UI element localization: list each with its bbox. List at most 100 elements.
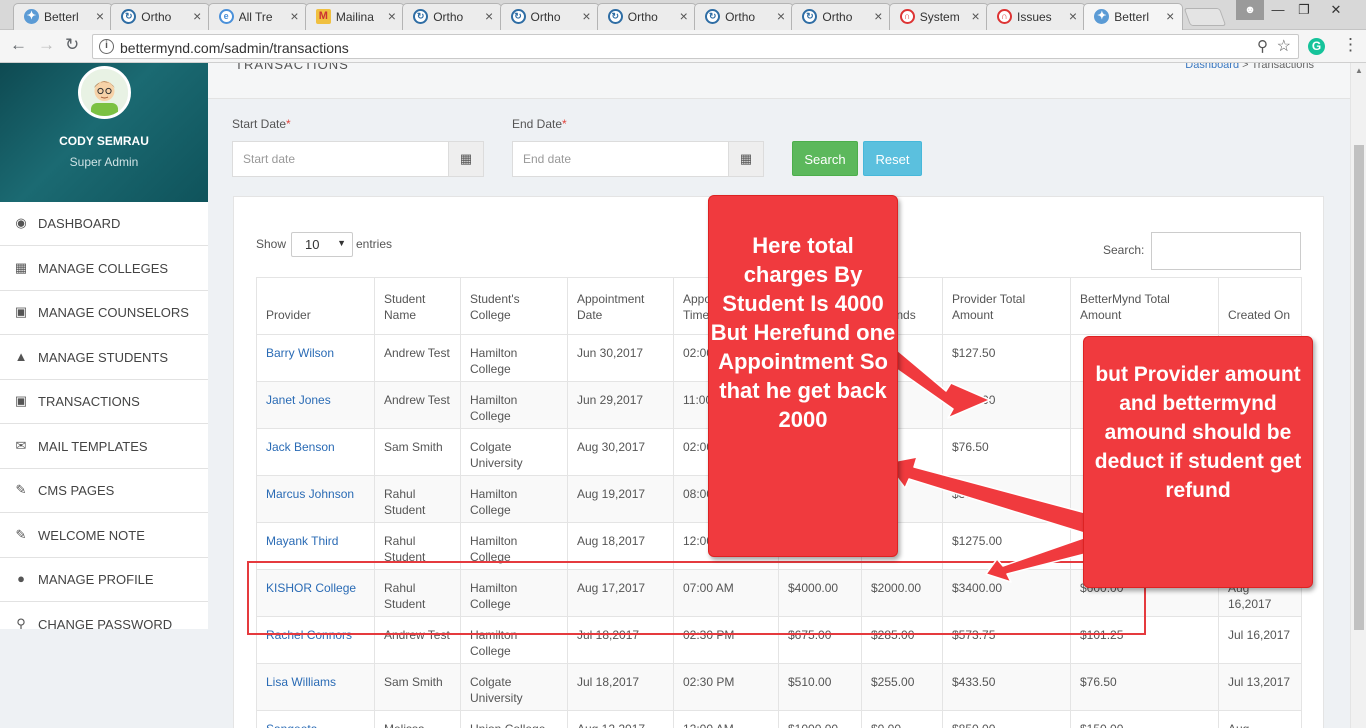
calendar-icon[interactable]: ▦	[448, 142, 483, 176]
sidebar-item-manage-counselors[interactable]: ▣ MANAGE COUNSELORS	[0, 291, 208, 335]
column-header[interactable]: Created On	[1218, 277, 1302, 335]
calendar-icon[interactable]: ▦	[728, 142, 763, 176]
close-tab-icon[interactable]: ×	[874, 8, 882, 24]
close-tab-icon[interactable]: ×	[193, 8, 201, 24]
column-header[interactable]: Student's College	[460, 277, 568, 335]
provider-link[interactable]: Lisa Williams	[256, 663, 375, 711]
minimize-icon[interactable]: —	[1264, 2, 1292, 17]
close-tab-icon[interactable]: ×	[96, 8, 104, 24]
close-window-icon[interactable]: ✕	[1322, 2, 1350, 18]
provider-link[interactable]: Janet Jones	[256, 381, 375, 429]
table-cell: $76.50	[1070, 663, 1219, 711]
sidebar-item-mail-templates[interactable]: ✉ MAIL TEMPLATES	[0, 425, 208, 469]
url-text: bettermynd.com/sadmin/transactions	[120, 40, 349, 56]
close-tab-icon[interactable]: ×	[582, 8, 590, 24]
page-scrollbar[interactable]: ▲	[1350, 63, 1366, 728]
browser-tab[interactable]: ↻ Ortho ×	[694, 3, 795, 30]
browser-tab[interactable]: ↻ Ortho ×	[499, 3, 600, 30]
browser-user-icon[interactable]: ☻	[1236, 0, 1264, 20]
browser-tab-title: Betterl	[1114, 10, 1149, 24]
column-header[interactable]: BetterMynd Total Amount	[1070, 277, 1219, 335]
close-tab-icon[interactable]: ×	[388, 8, 396, 24]
envelope-icon: ✉	[15, 438, 27, 453]
sidebar-item-manage-colleges[interactable]: ▦ MANAGE COLLEGES	[0, 247, 208, 291]
browser-tab[interactable]: ∩ Issues ×	[986, 3, 1086, 30]
caret-down-icon: ▼	[337, 238, 346, 248]
browser-tab[interactable]: ∩ System ×	[888, 3, 989, 30]
restore-icon[interactable]: ❐	[1290, 2, 1318, 18]
table-cell: Sam Smith	[374, 663, 461, 711]
forward-icon[interactable]: →	[38, 35, 55, 55]
start-date-input[interactable]: Start date ▦	[232, 141, 484, 177]
table-cell: Hamilton College	[460, 381, 568, 429]
close-tab-icon[interactable]: ×	[1166, 8, 1174, 24]
entries-select[interactable]: 10 ▼	[291, 232, 353, 257]
sidebar-item-cms-pages[interactable]: ✎ CMS PAGES	[0, 469, 208, 513]
table-cell: $612.00	[942, 381, 1071, 429]
provider-link[interactable]: Jack Benson	[256, 428, 375, 476]
zoom-icon[interactable]: ⚲	[1257, 37, 1268, 55]
table-cell: $127.50	[942, 334, 1071, 382]
provider-link[interactable]: Marcus Johnson	[256, 475, 375, 523]
graduation-cap-icon: ▲	[14, 349, 28, 364]
close-tab-icon[interactable]: ×	[972, 8, 980, 24]
provider-link[interactable]: Sangeeta	[256, 710, 375, 728]
column-header[interactable]: Student Name	[374, 277, 461, 335]
scrollbar-thumb[interactable]	[1354, 145, 1364, 630]
user-name: CODY SEMRAU	[59, 134, 149, 148]
close-tab-icon[interactable]: ×	[290, 8, 298, 24]
highlight-box	[247, 561, 1146, 635]
sidebar-item-welcome-note[interactable]: ✎ WELCOME NOTE	[0, 514, 208, 558]
browser-tab[interactable]: M Mailina ×	[304, 3, 405, 30]
table-cell: Jun 30,2017	[567, 334, 674, 382]
ortho-icon: ↻	[705, 9, 721, 24]
info-icon[interactable]: i	[99, 39, 114, 54]
reset-button[interactable]: Reset	[863, 141, 922, 176]
bookmark-star-icon[interactable]: ☆	[1277, 36, 1291, 56]
reload-icon[interactable]: ↻	[65, 35, 79, 55]
browser-tab[interactable]: ↻ Ortho ×	[402, 3, 503, 30]
sidebar-item-manage-students[interactable]: ▲ MANAGE STUDENTS	[0, 336, 208, 380]
browser-tab-title: Betterl	[44, 10, 79, 24]
close-tab-icon[interactable]: ×	[777, 8, 785, 24]
sidebar-item-manage-profile[interactable]: ● MANAGE PROFILE	[0, 558, 208, 602]
url-input[interactable]: i bettermynd.com/sadmin/transactions ⚲ ☆	[92, 34, 1299, 59]
column-header[interactable]: Appointment Date	[567, 277, 674, 335]
profile-panel: CODY SEMRAU Super Admin	[0, 63, 208, 202]
provider-link[interactable]: Barry Wilson	[256, 334, 375, 382]
column-header[interactable]: Provider Total Amount	[942, 277, 1071, 335]
browser-menu-icon[interactable]: ⋮	[1342, 35, 1359, 55]
browser-tab[interactable]: ↻ Ortho ×	[791, 3, 892, 30]
sidebar: CODY SEMRAU Super Admin ◉ DASHBOARD ▦ MA…	[0, 63, 208, 728]
table-cell: Jun 29,2017	[567, 381, 674, 429]
close-tab-icon[interactable]: ×	[1069, 8, 1077, 24]
browser-tab[interactable]: ✦ Betterl ×	[13, 3, 113, 30]
new-tab-button[interactable]	[1183, 8, 1227, 26]
browser-tab[interactable]: ↻ Ortho ×	[110, 3, 211, 30]
browser-tab-title: Ortho	[433, 10, 464, 24]
search-button[interactable]: Search	[792, 141, 858, 176]
back-icon[interactable]: ←	[10, 35, 27, 55]
table-cell: Aug 12,2017	[567, 710, 674, 728]
table-search-input[interactable]	[1151, 232, 1301, 270]
end-date-input[interactable]: End date ▦	[512, 141, 764, 177]
sidebar-item-label: DASHBOARD	[38, 216, 121, 231]
sidebar-item-dashboard[interactable]: ◉ DASHBOARD	[0, 202, 208, 246]
breadcrumb-dashboard-link[interactable]: Dashboard	[1185, 63, 1239, 71]
grammarly-icon[interactable]: G	[1308, 38, 1325, 55]
browser-tab[interactable]: e All Tre ×	[207, 3, 308, 30]
column-header[interactable]: Provider	[256, 277, 375, 335]
sidebar-item-transactions[interactable]: ▣ TRANSACTIONS	[0, 380, 208, 424]
table-cell: Aug 30,2017	[567, 428, 674, 476]
table-cell: Hamilton College	[460, 475, 568, 523]
sidebar-item-label: MANAGE PROFILE	[38, 572, 154, 587]
building-icon: ▦	[14, 260, 28, 275]
money-icon: ▣	[14, 393, 28, 408]
table-cell: Andrew Test	[374, 381, 461, 429]
sidebar-item-change-password[interactable]: ⚲ CHANGE PASSWORD	[0, 603, 208, 630]
browser-tab[interactable]: ↻ Ortho ×	[596, 3, 697, 30]
close-tab-icon[interactable]: ×	[485, 8, 493, 24]
browser-tab[interactable]: ✦ Betterl ×	[1083, 3, 1184, 31]
close-tab-icon[interactable]: ×	[680, 8, 688, 24]
scroll-up-icon[interactable]: ▲	[1355, 66, 1363, 75]
